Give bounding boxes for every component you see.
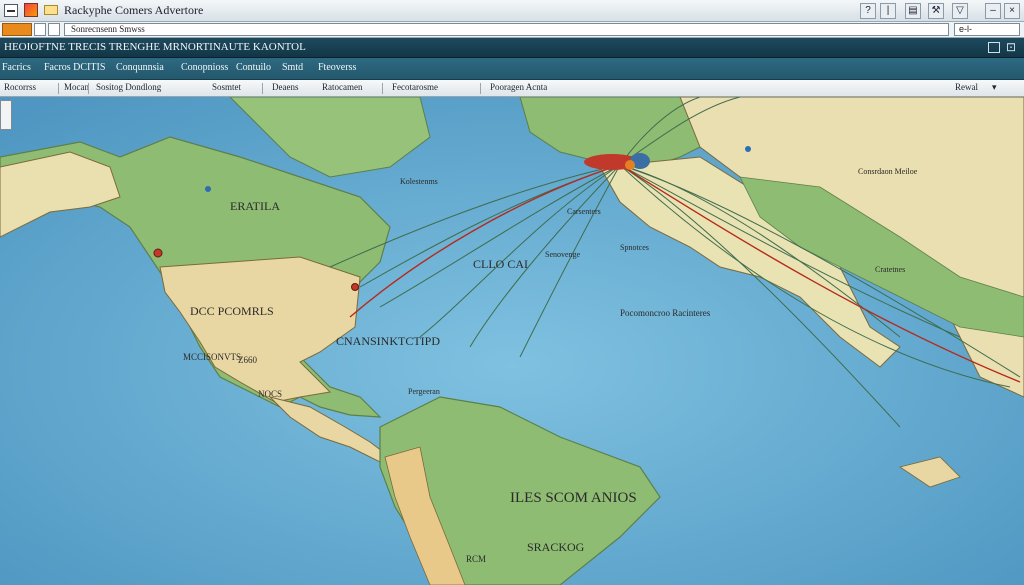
toolbar-item-3[interactable]: Sositog Dondlong	[96, 82, 161, 92]
address-bar: Sonrecnsenn Smwss e-l-	[0, 22, 1024, 38]
toolbar-separator	[262, 83, 263, 94]
menu-item-6[interactable]: Smtd	[282, 62, 303, 73]
nav-back-button[interactable]	[34, 23, 46, 36]
toolbar: Rocorrss Mocan Sositog Dondlong Sosmtet …	[0, 80, 1024, 97]
toolbar-separator	[88, 83, 89, 94]
map-label-north-atlantic: CLLO CAI	[473, 257, 528, 271]
toolbar-item-1[interactable]: Rocorrss	[4, 82, 36, 92]
map-label-gulf: Pergeeran	[408, 387, 440, 396]
map-label-atlantic-mid: Senovenge	[545, 250, 581, 259]
close-button[interactable]: ×	[1004, 3, 1020, 19]
map-label-usa: DCC PCOMRLS	[190, 304, 274, 318]
map-label-south-america: ILES SCOM ANIOS	[510, 490, 637, 506]
map-label-north-america: ERATILA	[230, 199, 280, 213]
search-text: e-l-	[959, 24, 972, 34]
toolbar-item-4[interactable]: Sosmtet	[212, 82, 241, 92]
layout-icon[interactable]: ▤	[905, 3, 921, 19]
toolbar-item-7[interactable]: Fecotarosme	[392, 82, 438, 92]
menu-item-4[interactable]: Conopnioss	[181, 62, 228, 73]
menu-item-5[interactable]: Contuilo	[236, 62, 271, 73]
map-label-east-2: Cratetnes	[875, 265, 906, 274]
settings-icon[interactable]	[988, 42, 1000, 53]
app-logo-icon	[24, 3, 38, 17]
toolbar-dropdown-icon[interactable]: ▾	[992, 82, 997, 93]
address-field[interactable]: Sonrecnsenn Smwss	[64, 23, 949, 36]
filter-icon[interactable]: ▽	[952, 3, 968, 19]
toolbar-item-8[interactable]: Pooragen Acnta	[490, 82, 547, 92]
app-header: HEOIOFTNE TRECIS TRENGHE MRNORTINAUTE KA…	[0, 38, 1024, 58]
nav-forward-button[interactable]	[48, 23, 60, 36]
map-label-east: Consrdaon Meiloe	[858, 167, 918, 176]
header-text: HEOIOFTNE TRECIS TRENGHE MRNORTINAUTE KA…	[4, 41, 306, 53]
side-panel-toggle[interactable]	[0, 100, 12, 130]
header-close-icon[interactable]: ⊡	[1006, 40, 1016, 54]
help-icon[interactable]: ?	[860, 3, 876, 19]
window-title: Rackyphe Comers Advertore	[64, 3, 204, 17]
home-button[interactable]	[2, 23, 32, 36]
city-marker	[205, 186, 211, 192]
menu-item-3[interactable]: Conqunnsia	[116, 62, 164, 73]
map-label-europe-city-2: Spnotces	[620, 243, 649, 252]
map-label-mediterranean: Kolestenms	[400, 177, 438, 186]
toolbar-item-5[interactable]: Deaens	[272, 82, 299, 92]
toolbar-separator	[382, 83, 383, 94]
toolbar-separator	[480, 83, 481, 94]
tools-icon[interactable]: ⚒	[928, 3, 944, 19]
title-bar: Rackyphe Comers Advertore ? | ▤ ⚒ ▽ – ×	[0, 0, 1024, 22]
search-field[interactable]: e-l-	[954, 23, 1020, 36]
map-label-europe-city: Carsenters	[567, 207, 601, 216]
map-label-south-america-3: RCM	[466, 554, 487, 564]
folder-icon	[44, 5, 58, 15]
world-map[interactable]: ERATILA DCC PCOMRLS MCCISONVTS CLLO CAI …	[0, 97, 1024, 585]
map-label-south-america-2: SRACKOG	[527, 540, 585, 554]
toolbar-separator	[58, 83, 59, 94]
map-label-caribbean: CNANSINKTCTIPD	[336, 334, 441, 348]
minimize-button[interactable]: –	[985, 3, 1001, 19]
city-marker	[153, 248, 163, 258]
menu-bar: Facrics Facros DCITIS Conqunnsia Conopni…	[0, 58, 1024, 80]
city-marker	[745, 146, 751, 152]
pin-icon[interactable]: |	[880, 3, 896, 19]
map-label-pacific-code: Z660	[238, 355, 257, 365]
toolbar-item-6[interactable]: Ratocamen	[322, 82, 362, 92]
map-label-africa: Pocomoncroo Racinteres	[620, 308, 711, 318]
map-label-mexico: MCCISONVTS	[183, 352, 242, 362]
toolbar-item-9[interactable]: Rewal	[955, 82, 978, 92]
app-menu-icon[interactable]	[4, 4, 18, 17]
map-label-ocean-left: NOCS	[258, 389, 283, 399]
menu-item-7[interactable]: Fteoverss	[318, 62, 356, 73]
menu-item-1[interactable]: Facrics	[2, 62, 31, 73]
toolbar-item-2[interactable]: Mocan	[64, 82, 89, 92]
city-marker	[351, 283, 359, 291]
address-text: Sonrecnsenn Smwss	[71, 24, 145, 34]
menu-item-2[interactable]: Facros DCITIS	[44, 62, 105, 73]
